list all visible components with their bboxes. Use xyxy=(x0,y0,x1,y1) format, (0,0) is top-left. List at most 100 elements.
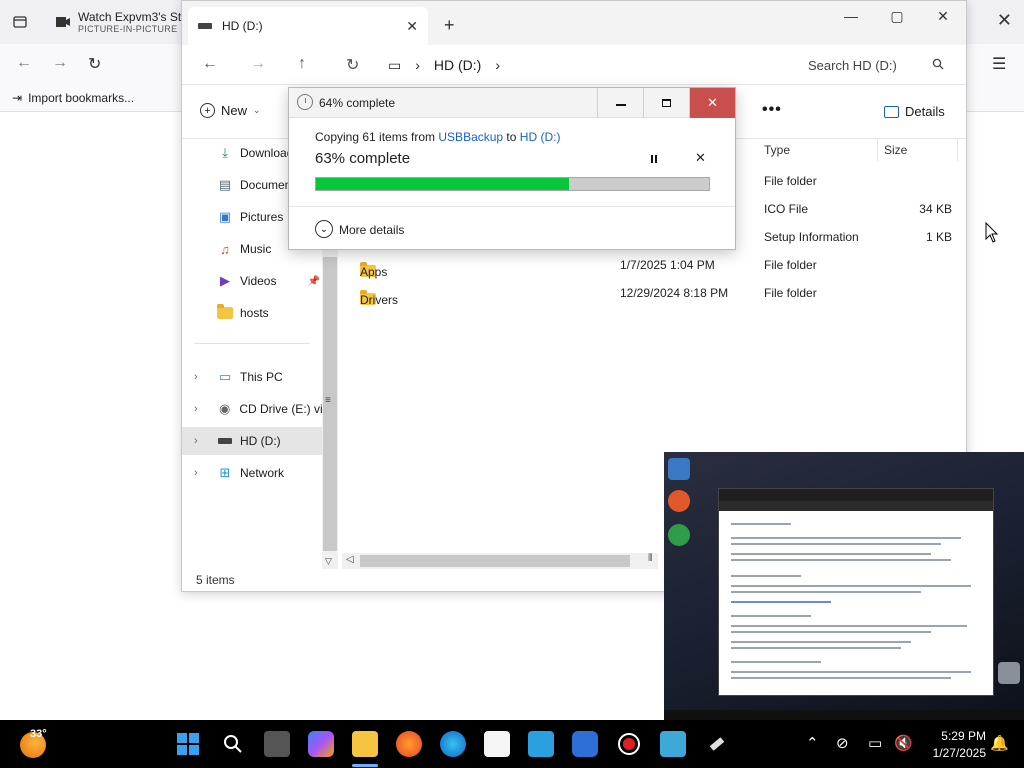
clock-date[interactable]: 1/27/2025 xyxy=(920,746,986,760)
new-button[interactable]: + New ⌄ xyxy=(200,103,261,118)
file-explorer-icon[interactable] xyxy=(352,731,378,757)
browser-reload-icon[interactable]: ↻ xyxy=(88,54,101,74)
firefox-icon[interactable] xyxy=(396,731,422,757)
microsoft-store-icon[interactable] xyxy=(484,731,510,757)
volume-muted-icon[interactable]: 🔇 xyxy=(894,734,913,752)
scroll-left-icon[interactable]: ◁ xyxy=(346,554,354,565)
chevron-down-icon: ⌄ xyxy=(253,105,261,115)
monitor-icon: ▭ xyxy=(388,56,402,73)
display-icon[interactable]: ▭ xyxy=(868,734,882,752)
scrollbar-thumb[interactable] xyxy=(360,555,630,567)
notification-bell-icon[interactable]: 🔔 xyxy=(990,734,1009,752)
browser-tab-pip[interactable]: Watch Expvm3's Str PICTURE-IN-PICTURE xyxy=(44,4,185,40)
chevron-right-icon[interactable]: › xyxy=(194,435,198,447)
pip-sharing-settings-window xyxy=(718,488,994,696)
clock-icon xyxy=(297,94,313,110)
nav-item-videos[interactable]: ▶ Videos 📌 xyxy=(182,267,322,295)
browser-back-icon[interactable]: ← xyxy=(16,54,32,72)
back-icon[interactable]: ← xyxy=(202,55,218,73)
tray-overflow-icon[interactable]: ⌃ xyxy=(806,734,819,752)
destination-link[interactable]: HD (D:) xyxy=(520,130,561,144)
task-view-icon[interactable] xyxy=(264,731,290,757)
copy-dialog-title: 64% complete xyxy=(319,96,396,110)
chevron-down-icon: ⌄ xyxy=(315,220,333,238)
browser-close-icon[interactable]: ✕ xyxy=(997,10,1012,31)
tab-list-icon[interactable] xyxy=(8,10,32,34)
new-tab-icon[interactable]: + xyxy=(444,15,455,36)
photos-icon[interactable] xyxy=(528,731,554,757)
browser-forward-icon[interactable]: → xyxy=(52,54,68,72)
explorer-tab-close-icon[interactable]: ✕ xyxy=(406,18,418,35)
pip-text-line xyxy=(731,631,931,633)
start-icon[interactable] xyxy=(175,731,201,757)
pip-text-line xyxy=(731,553,931,555)
explorer-tab[interactable]: HD (D:) ✕ xyxy=(188,7,428,45)
table-row[interactable]: Drivers 12/29/2024 8:18 PM File folder xyxy=(342,279,962,307)
refresh-icon[interactable]: ↻ xyxy=(346,55,359,75)
edge-icon[interactable] xyxy=(440,731,466,757)
column-header-size[interactable]: Size xyxy=(878,139,958,161)
explorer-address-bar: ← → ↑ ↻ ▭ › HD (D:) › Search HD (D:) xyxy=(182,45,966,85)
notepad-icon[interactable] xyxy=(660,731,686,757)
chevron-right-icon[interactable]: › xyxy=(194,371,198,383)
desktop-chrome-icon xyxy=(668,524,690,546)
nav-item-hd-d[interactable]: › HD (D:) xyxy=(182,427,322,455)
breadcrumb[interactable]: ▭ › HD (D:) › xyxy=(388,51,784,79)
cancel-copy-button[interactable]: ✕ xyxy=(695,150,706,166)
drive-icon xyxy=(198,23,212,29)
list-horizontal-scrollbar[interactable]: ◁ ⦀ xyxy=(342,553,658,569)
backup-app-icon[interactable] xyxy=(572,731,598,757)
more-details-toggle[interactable]: ⌄ More details xyxy=(289,206,735,250)
pip-text-line xyxy=(731,625,967,627)
this-pc-icon: ▭ xyxy=(218,369,232,384)
network-status-icon[interactable]: ⊘ xyxy=(836,734,849,752)
browser-menu-icon[interactable]: ☰ xyxy=(992,54,1006,74)
import-bookmarks-link[interactable]: ⇥ Import bookmarks... xyxy=(12,91,134,105)
nav-item-hosts[interactable]: hosts xyxy=(182,299,322,327)
pin-icon: 📌 xyxy=(307,275,320,287)
desktop-recycle-bin-icon xyxy=(998,662,1020,684)
folder-icon xyxy=(216,304,234,321)
explorer-tab-label: HD (D:) xyxy=(222,19,263,33)
copy-description: Copying 61 items from USBBackup to HD (D… xyxy=(315,130,561,144)
dialog-maximize-button[interactable] xyxy=(643,88,689,118)
source-link[interactable]: USBBackup xyxy=(438,130,503,144)
copy-progress-dialog: 64% complete ✕ Copying 61 items from USB… xyxy=(288,87,736,250)
browser-tab-subtitle: PICTURE-IN-PICTURE xyxy=(78,24,178,34)
minimize-button[interactable]: — xyxy=(828,1,874,31)
chevron-right-icon[interactable]: › xyxy=(194,467,198,479)
dialog-close-button[interactable]: ✕ xyxy=(689,88,735,118)
pip-text-line xyxy=(731,671,971,673)
search-icon[interactable] xyxy=(220,731,246,757)
pip-text-line xyxy=(731,585,971,587)
active-app-indicator xyxy=(352,764,378,767)
search-input[interactable]: Search HD (D:) xyxy=(796,51,956,79)
search-icon xyxy=(932,58,944,73)
copy-progress-bar xyxy=(315,177,710,191)
more-options-icon[interactable]: ••• xyxy=(762,101,782,119)
dialog-minimize-button[interactable] xyxy=(597,88,643,118)
close-button[interactable]: ✕ xyxy=(920,1,966,31)
documents-icon: ▤ xyxy=(218,177,232,192)
scroll-down-icon[interactable]: ▽ xyxy=(325,556,332,567)
film-icon xyxy=(56,16,70,28)
column-header-type[interactable]: Type xyxy=(758,139,878,161)
clock-time[interactable]: 5:29 PM xyxy=(920,729,986,743)
pip-text-line xyxy=(731,523,791,525)
chevron-right-icon[interactable]: › xyxy=(194,403,198,415)
nav-item-cd-drive[interactable]: › ◉ CD Drive (E:) virt xyxy=(182,395,322,423)
pause-button[interactable] xyxy=(649,152,659,167)
usb-drive-icon[interactable] xyxy=(704,731,730,757)
copilot-icon[interactable] xyxy=(308,731,334,757)
table-row[interactable]: Apps 1/7/2025 1:04 PM File folder xyxy=(342,251,962,279)
plus-circle-icon: + xyxy=(200,103,215,118)
forward-icon[interactable]: → xyxy=(250,55,266,73)
nav-item-network[interactable]: › ⊞ Network xyxy=(182,459,322,487)
record-icon[interactable] xyxy=(616,731,642,757)
up-icon[interactable]: ↑ xyxy=(298,55,306,73)
nav-item-this-pc[interactable]: › ▭ This PC xyxy=(182,363,322,391)
maximize-button[interactable]: ▢ xyxy=(874,1,920,31)
details-button[interactable]: Details xyxy=(884,104,945,119)
import-icon: ⇥ xyxy=(12,91,23,105)
picture-in-picture-video[interactable] xyxy=(664,452,1024,720)
